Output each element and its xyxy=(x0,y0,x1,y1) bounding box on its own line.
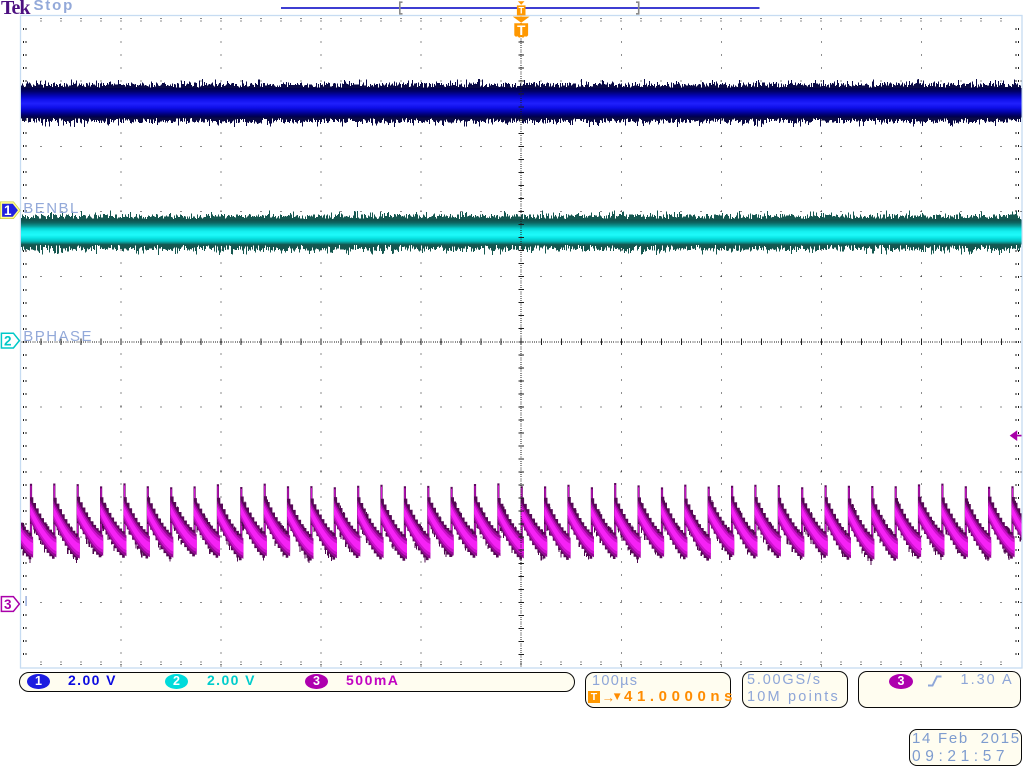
svg-text:T: T xyxy=(517,23,526,38)
svg-text:1: 1 xyxy=(4,203,12,218)
svg-text:T: T xyxy=(518,5,524,15)
svg-text:3: 3 xyxy=(4,597,12,612)
svg-text:2: 2 xyxy=(4,334,12,349)
